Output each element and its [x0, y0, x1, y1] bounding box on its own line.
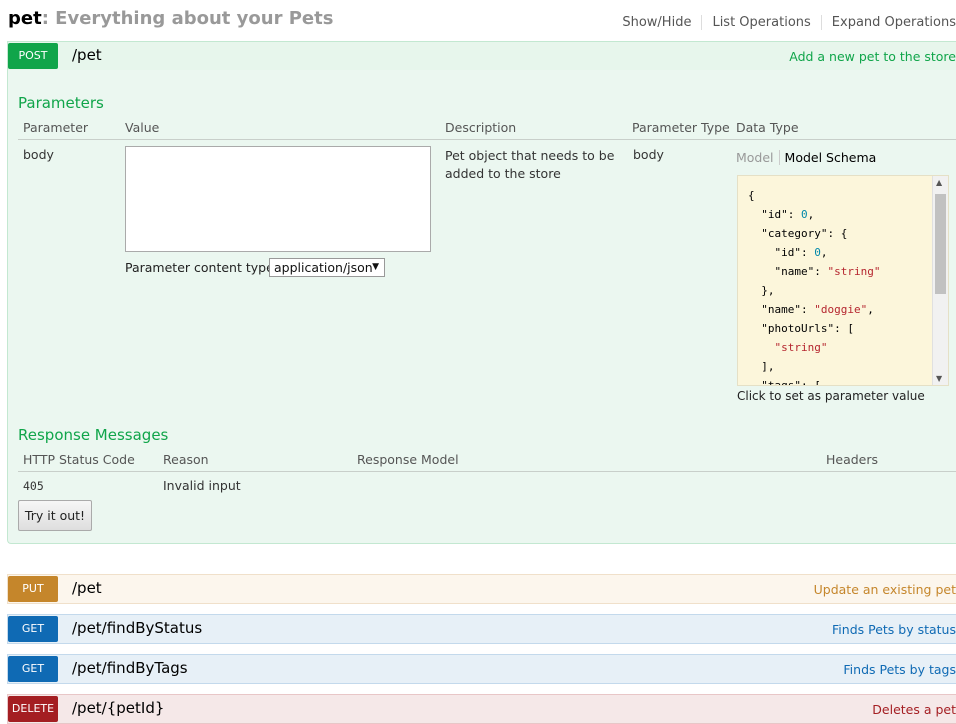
operation-summary[interactable]: Finds Pets by status [832, 622, 956, 637]
operation-put-pet[interactable]: PUT /pet Update an existing pet [7, 574, 956, 604]
content-type-value: application/json [274, 260, 373, 275]
param-description: Pet object that needs to be added to the… [445, 147, 614, 183]
col-response-model: Response Model [357, 452, 459, 467]
operation-header[interactable]: PUT /pet Update an existing pet [7, 574, 956, 604]
operation-get-find-by-status[interactable]: GET /pet/findByStatus Finds Pets by stat… [7, 614, 956, 644]
operation-path[interactable]: /pet/findByStatus [72, 619, 202, 637]
http-method-badge[interactable]: GET [8, 616, 58, 642]
response-messages-title: Response Messages [18, 426, 169, 444]
operation-header[interactable]: GET /pet/findByStatus Finds Pets by stat… [7, 614, 956, 644]
chevron-down-icon: ▼ [372, 262, 379, 272]
content-type-select[interactable]: application/json ▼ [269, 258, 385, 277]
divider [18, 471, 956, 472]
model-schema-box[interactable]: { "id": 0, "category": { "id": 0, "name"… [737, 175, 949, 386]
arrow-down-icon[interactable]: ▼ [936, 374, 942, 383]
col-headers: Headers [826, 452, 879, 467]
col-parameter-type: Parameter Type [632, 120, 730, 135]
param-name: body [23, 147, 54, 162]
http-method-badge[interactable]: PUT [8, 576, 58, 602]
operation-header[interactable]: DELETE /pet/{petId} Deletes a pet [7, 694, 956, 724]
divider [18, 139, 956, 140]
operation-header[interactable]: GET /pet/findByTags Finds Pets by tags [7, 654, 956, 684]
parameters-title: Parameters [18, 94, 104, 112]
expand-operations-link[interactable]: Expand Operations [822, 15, 956, 30]
click-hint: Click to set as parameter value [737, 389, 925, 403]
operation-summary[interactable]: Deletes a pet [872, 702, 956, 717]
response-code: 405 [23, 479, 44, 493]
scrollbar-thumb[interactable] [935, 194, 946, 294]
operation-path[interactable]: /pet [72, 46, 102, 64]
col-reason: Reason [163, 452, 209, 467]
col-description: Description [445, 120, 517, 135]
list-operations-link[interactable]: List Operations [702, 15, 822, 30]
tab-model[interactable]: Model [736, 150, 780, 165]
operation-summary[interactable]: Add a new pet to the store [789, 49, 956, 64]
model-schema-json[interactable]: { "id": 0, "category": { "id": 0, "name"… [738, 176, 948, 385]
schema-scrollbar[interactable]: ▲ ▼ [932, 176, 948, 385]
resource-heading[interactable]: pet: Everything about your Pets [8, 8, 333, 29]
operation-body: Parameters Parameter Value Description P… [7, 70, 956, 544]
response-reason: Invalid input [163, 478, 241, 493]
operation-delete-pet[interactable]: DELETE /pet/{petId} Deletes a pet [7, 694, 956, 724]
body-value-textarea[interactable] [125, 146, 431, 252]
operation-summary[interactable]: Finds Pets by tags [843, 662, 956, 677]
col-value: Value [125, 120, 160, 135]
http-method-badge[interactable]: DELETE [8, 696, 58, 722]
param-description-line: Pet object that needs to be [445, 148, 615, 163]
param-description-line: added to the store [445, 166, 561, 181]
operation-path[interactable]: /pet [72, 579, 102, 597]
arrow-up-icon[interactable]: ▲ [936, 178, 942, 187]
http-method-badge[interactable]: POST [8, 43, 58, 69]
resource-links: Show/Hide List Operations Expand Operati… [612, 15, 956, 30]
operation-header[interactable]: POST /pet Add a new pet to the store [7, 41, 956, 71]
resource-name[interactable]: pet [8, 8, 42, 29]
resource-description: : Everything about your Pets [41, 8, 334, 29]
operation-path[interactable]: /pet/{petId} [72, 699, 164, 717]
content-type-label: Parameter content type: [125, 260, 278, 275]
operation-summary[interactable]: Update an existing pet [814, 582, 956, 597]
try-it-out-button[interactable]: Try it out! [18, 500, 92, 531]
http-method-badge[interactable]: GET [8, 656, 58, 682]
operation-get-find-by-tags[interactable]: GET /pet/findByTags Finds Pets by tags [7, 654, 956, 684]
col-parameter: Parameter [23, 120, 89, 135]
tab-model-schema[interactable]: Model Schema [785, 150, 882, 165]
operation-post-pet[interactable]: POST /pet Add a new pet to the store [7, 41, 956, 71]
col-http-status-code: HTTP Status Code [23, 452, 135, 467]
operation-path[interactable]: /pet/findByTags [72, 659, 188, 677]
col-data-type: Data Type [736, 120, 799, 135]
show-hide-link[interactable]: Show/Hide [612, 15, 703, 30]
param-type: body [633, 147, 664, 162]
model-tabs: Model Model Schema [736, 150, 881, 165]
